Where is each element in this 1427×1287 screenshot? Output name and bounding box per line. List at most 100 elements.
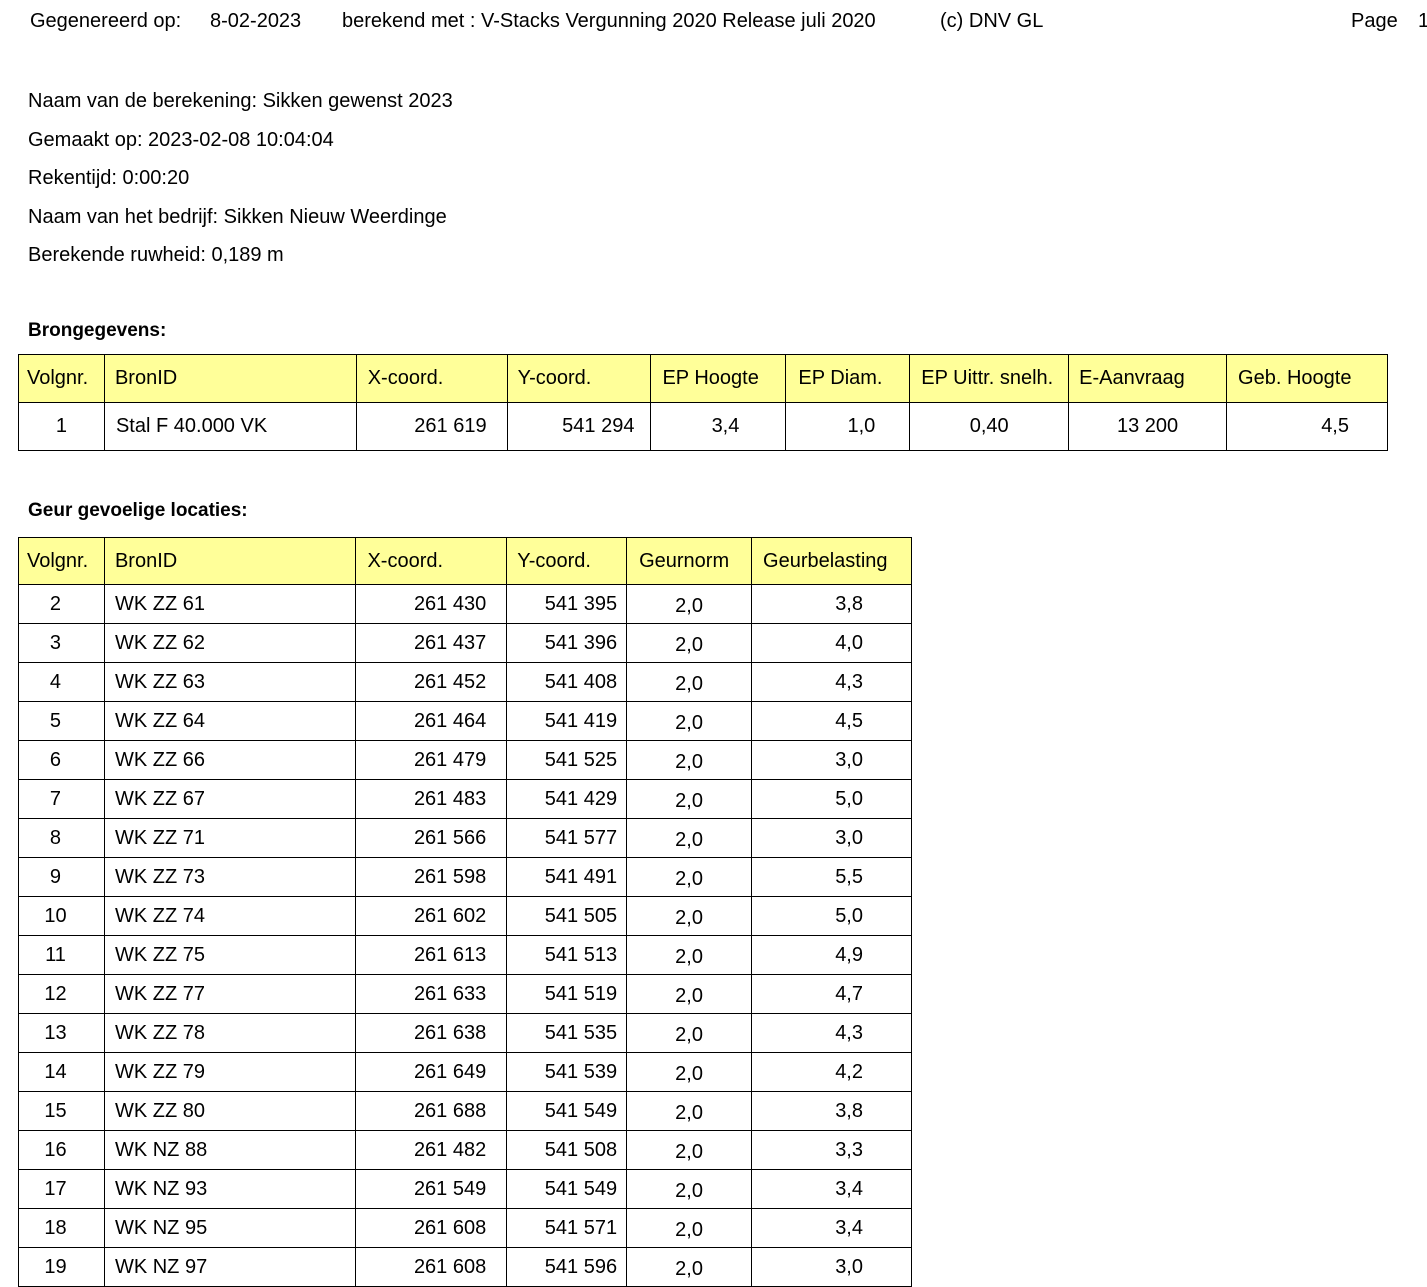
cell-ep-diam: 1,0: [785, 402, 911, 451]
table-row: 2 WK ZZ 61 261 430 541 395 2,0 3,8: [18, 584, 912, 624]
cell-bronid: WK ZZ 61: [103, 584, 357, 624]
made-on: Gemaakt op: 2023-02-08 10:04:04: [28, 129, 334, 151]
cell-x: 261 633: [355, 974, 508, 1014]
roughness: Berekende ruwheid: 0,189 m: [28, 244, 284, 266]
cell-x: 261 608: [355, 1208, 508, 1248]
table-row: 12 WK ZZ 77 261 633 541 519 2,0 4,7: [18, 974, 912, 1014]
cell-y: 541 513: [506, 935, 628, 975]
cell-x: 261 608: [355, 1247, 508, 1287]
calc-name: Naam van de berekening: Sikken gewenst 2…: [28, 90, 453, 112]
cell-y: 541 571: [506, 1208, 628, 1248]
cell-geurbelasting: 4,7: [751, 974, 912, 1014]
table-row: 19 WK NZ 97 261 608 541 596 2,0 3,0: [18, 1247, 912, 1287]
cell-bronid: WK ZZ 67: [103, 779, 357, 819]
cell-geurbelasting: 4,5: [751, 701, 912, 741]
cell-y: 541 549: [506, 1091, 628, 1131]
cell-geurnorm: 2,0: [626, 1247, 753, 1287]
cell-x: 261 437: [355, 623, 508, 663]
table-row: 16 WK NZ 88 261 482 541 508 2,0 3,3: [18, 1130, 912, 1170]
cell-geurnorm: 2,0: [626, 818, 753, 858]
cell-volgnr: 6: [18, 740, 105, 780]
cell-volgnr: 14: [18, 1052, 105, 1092]
table-row: 4 WK ZZ 63 261 452 541 408 2,0 4,3: [18, 662, 912, 702]
col-header: EP Hoogte: [650, 354, 787, 403]
cell-bronid: WK ZZ 62: [103, 623, 357, 663]
table-row: 1 Stal F 40.000 VK 261 619 541 294 3,4 1…: [18, 402, 1388, 451]
cell-y: 541 539: [506, 1052, 628, 1092]
receptors-header-row: Volgnr. BronID X-coord. Y-coord. Geurnor…: [18, 537, 912, 585]
receptors-title: Geur gevoelige locaties:: [28, 500, 248, 521]
cell-geurnorm: 2,0: [626, 740, 753, 780]
table-row: 15 WK ZZ 80 261 688 541 549 2,0 3,8: [18, 1091, 912, 1131]
cell-bronid: WK ZZ 71: [103, 818, 357, 858]
col-header: EP Uittr. snelh.: [909, 354, 1070, 403]
cell-bronid: WK NZ 88: [103, 1130, 357, 1170]
table-row: 14 WK ZZ 79 261 649 541 539 2,0 4,2: [18, 1052, 912, 1092]
cell-y: 541 549: [506, 1169, 628, 1209]
cell-y: 541 395: [506, 584, 628, 624]
cell-bronid: WK ZZ 75: [103, 935, 357, 975]
cell-volgnr: 13: [18, 1013, 105, 1053]
cell-volgnr: 19: [18, 1247, 105, 1287]
cell-bronid: WK ZZ 66: [103, 740, 357, 780]
cell-x: 261 483: [355, 779, 508, 819]
table-row: 5 WK ZZ 64 261 464 541 419 2,0 4,5: [18, 701, 912, 741]
sources-header-row: Volgnr. BronID X-coord. Y-coord. EP Hoog…: [18, 354, 1388, 403]
cell-ep-snelh: 0,40: [909, 402, 1070, 451]
cell-x: 261 602: [355, 896, 508, 936]
cell-volgnr: 1: [18, 402, 105, 451]
calc-time: Rekentijd: 0:00:20: [28, 167, 190, 189]
col-header: EP Diam.: [785, 354, 911, 403]
cell-geurbelasting: 3,3: [751, 1130, 912, 1170]
cell-x: 261 598: [355, 857, 508, 897]
cell-volgnr: 10: [18, 896, 105, 936]
cell-geurbelasting: 3,4: [751, 1169, 912, 1209]
table-row: 18 WK NZ 95 261 608 541 571 2,0 3,4: [18, 1208, 912, 1248]
cell-bronid: WK ZZ 74: [103, 896, 357, 936]
cell-x: 261 688: [355, 1091, 508, 1131]
cell-y: 541 535: [506, 1013, 628, 1053]
cell-x: 261 649: [355, 1052, 508, 1092]
cell-geurbelasting: 3,8: [751, 584, 912, 624]
col-header: Y-coord.: [506, 537, 628, 585]
cell-geurnorm: 2,0: [626, 584, 753, 624]
cell-x: 261 464: [355, 701, 508, 741]
cell-geurnorm: 2,0: [626, 896, 753, 936]
cell-volgnr: 17: [18, 1169, 105, 1209]
cell-geurnorm: 2,0: [626, 1169, 753, 1209]
table-row: 10 WK ZZ 74 261 602 541 505 2,0 5,0: [18, 896, 912, 936]
col-header: Volgnr.: [18, 537, 105, 585]
page-label: Page: [1351, 10, 1398, 32]
generated-label: Gegenereerd op:: [30, 10, 182, 32]
cell-bronid: WK NZ 95: [103, 1208, 357, 1248]
cell-geurnorm: 2,0: [626, 662, 753, 702]
cell-y: 541 294: [506, 402, 652, 451]
cell-volgnr: 3: [18, 623, 105, 663]
cell-volgnr: 18: [18, 1208, 105, 1248]
col-header: Volgnr.: [18, 354, 105, 403]
col-header: X-coord.: [355, 354, 508, 403]
cell-geurbelasting: 4,9: [751, 935, 912, 975]
cell-y: 541 429: [506, 779, 628, 819]
cell-geurnorm: 2,0: [626, 974, 753, 1014]
cell-x: 261 430: [355, 584, 508, 624]
cell-geurbelasting: 4,2: [751, 1052, 912, 1092]
col-header: BronID: [103, 537, 357, 585]
cell-bronid: Stal F 40.000 VK: [103, 402, 357, 451]
table-row: 17 WK NZ 93 261 549 541 549 2,0 3,4: [18, 1169, 912, 1209]
receptors-table: Volgnr. BronID X-coord. Y-coord. Geurnor…: [18, 537, 912, 1287]
cell-bronid: WK NZ 97: [103, 1247, 357, 1287]
col-header: Y-coord.: [506, 354, 652, 403]
col-header: Geurbelasting: [751, 537, 912, 585]
cell-geurbelasting: 4,3: [751, 1013, 912, 1053]
cell-geurbelasting: 5,0: [751, 779, 912, 819]
cell-geurnorm: 2,0: [626, 1052, 753, 1092]
cell-x: 261 638: [355, 1013, 508, 1053]
cell-x: 261 549: [355, 1169, 508, 1209]
cell-volgnr: 7: [18, 779, 105, 819]
cell-y: 541 408: [506, 662, 628, 702]
cell-geurnorm: 2,0: [626, 935, 753, 975]
cell-geurnorm: 2,0: [626, 701, 753, 741]
cell-geurnorm: 2,0: [626, 1013, 753, 1053]
col-header: E-Aanvraag: [1068, 354, 1228, 403]
